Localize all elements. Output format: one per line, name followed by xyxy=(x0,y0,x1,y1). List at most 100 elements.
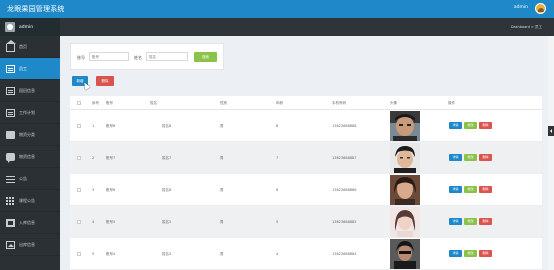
list-icon xyxy=(6,175,15,183)
sidebar-item-home[interactable]: 首页 xyxy=(0,36,60,58)
sidebar-username: admin xyxy=(19,24,34,30)
edit-button[interactable]: 修改 xyxy=(464,154,477,161)
sidebar-item-work-plan[interactable]: 工作计划 xyxy=(0,102,60,124)
select-all-checkbox[interactable] xyxy=(77,101,81,105)
cell-account: 账号5 xyxy=(106,220,116,224)
column-header-age[interactable]: 年龄 xyxy=(276,101,283,106)
avatar-photo[interactable] xyxy=(390,239,420,269)
view-button[interactable]: 详情 xyxy=(449,186,462,193)
name-search-input[interactable] xyxy=(146,52,188,61)
cell-age: 8 xyxy=(276,124,279,128)
delete-button[interactable]: 删除 xyxy=(479,250,492,257)
sidebar: admin 首页 员工 园田信息 工作计划 物资分类 物资信息 公告 课程公告 … xyxy=(0,18,60,270)
table-row[interactable]: 3 账号6 姓名6 男 6 13823888886 详情 修改 删除 xyxy=(70,174,542,206)
table-row[interactable]: 4 账号5 姓名5 男 5 13823888885 详情 修改 删除 xyxy=(70,206,542,238)
cell-account: 账号6 xyxy=(106,188,116,192)
view-button[interactable]: 详情 xyxy=(449,218,462,225)
cell-age: 4 xyxy=(276,252,279,256)
sidebar-item-label: 课程公告 xyxy=(19,197,35,203)
sidebar-item-label: 入库信息 xyxy=(19,219,35,225)
view-button[interactable]: 详情 xyxy=(449,250,462,257)
edit-button[interactable]: 修改 xyxy=(464,218,477,225)
edit-button[interactable]: 修改 xyxy=(464,186,477,193)
column-header-name[interactable]: 姓名 xyxy=(150,101,157,106)
row-checkbox[interactable] xyxy=(77,188,81,192)
sidebar-item-supply-category[interactable]: 物资分类 xyxy=(0,124,60,146)
sidebar-item-label: 工作计划 xyxy=(19,109,35,115)
cell-phone: 13823888885 xyxy=(332,220,357,224)
cell-gender: 男 xyxy=(220,156,224,160)
column-header-account[interactable]: 账号 xyxy=(106,101,113,106)
cell-gender: 男 xyxy=(220,124,224,128)
cell-name: 姓名4 xyxy=(162,252,172,256)
chat-icon xyxy=(6,152,15,163)
sidebar-item-stock-in[interactable]: 入库信息 xyxy=(0,212,60,234)
avatar-photo[interactable] xyxy=(390,143,420,173)
row-checkbox[interactable] xyxy=(77,252,81,256)
avatar-photo[interactable] xyxy=(390,175,420,205)
top-header: 龙眼果园管理系统 admin xyxy=(0,0,554,18)
sidebar-item-label: 物资分类 xyxy=(19,131,35,137)
cell-name: 姓名5 xyxy=(162,220,172,224)
batch-delete-button[interactable]: 删除 xyxy=(96,76,114,86)
search-button[interactable]: 搜索 xyxy=(194,52,217,62)
collapse-panel-icon[interactable] xyxy=(548,126,554,136)
document-icon xyxy=(6,64,15,73)
sidebar-item-label: 物资信息 xyxy=(19,153,35,159)
cell-name: 姓名8 xyxy=(162,124,172,128)
film-icon xyxy=(6,218,15,227)
delete-button[interactable]: 删除 xyxy=(479,154,492,161)
row-checkbox[interactable] xyxy=(77,124,81,128)
document-icon xyxy=(6,86,15,95)
view-button[interactable]: 详情 xyxy=(449,154,462,161)
sidebar-item-field-info[interactable]: 园田信息 xyxy=(0,80,60,102)
sidebar-item-stock-out[interactable]: 出库信息 xyxy=(0,234,60,256)
table-row[interactable]: 1 账号8 姓名8 男 8 13823888888 详情 修改 删除 xyxy=(70,110,542,142)
image-icon xyxy=(6,240,15,249)
header-username[interactable]: admin xyxy=(514,5,528,10)
column-header-index[interactable]: 序号 xyxy=(92,101,99,106)
table-row[interactable]: 2 账号7 姓名7 男 7 13823888887 详情 修改 删除 xyxy=(70,142,542,174)
row-checkbox[interactable] xyxy=(77,220,81,224)
delete-button[interactable]: 删除 xyxy=(479,218,492,225)
column-header-gender[interactable]: 性别 xyxy=(220,101,227,106)
cell-index: 5 xyxy=(92,252,95,256)
cell-age: 5 xyxy=(276,220,279,224)
cell-gender: 男 xyxy=(220,252,224,256)
delete-button[interactable]: 删除 xyxy=(479,186,492,193)
avatar-photo[interactable] xyxy=(390,207,420,237)
breadcrumb[interactable]: Dashboard > 员工 xyxy=(511,25,542,30)
sidebar-item-label: 园田信息 xyxy=(19,87,35,93)
avatar-photo[interactable] xyxy=(390,111,420,141)
sidebar-item-staff[interactable]: 员工 xyxy=(0,58,60,80)
sidebar-item-label: 员工 xyxy=(19,65,27,71)
grid-icon xyxy=(6,196,15,205)
view-button[interactable]: 详情 xyxy=(449,122,462,129)
scrollbar[interactable] xyxy=(548,36,554,270)
delete-button[interactable]: 删除 xyxy=(479,122,492,129)
account-label: 账号 xyxy=(77,55,85,60)
sidebar-user-panel: admin xyxy=(0,18,60,36)
account-search-input[interactable] xyxy=(89,52,129,61)
cell-age: 6 xyxy=(276,188,279,192)
column-header-phone[interactable]: 手机号码 xyxy=(332,101,346,106)
cell-account: 账号8 xyxy=(106,124,116,128)
home-icon xyxy=(6,39,16,52)
cell-phone: 13823888888 xyxy=(332,124,357,128)
name-label: 姓名 xyxy=(134,55,142,60)
document-icon xyxy=(6,108,15,117)
sidebar-item-label: 出库信息 xyxy=(19,241,35,247)
mouse-cursor xyxy=(81,80,91,91)
user-avatar[interactable] xyxy=(535,3,546,14)
sidebar-item-notice[interactable]: 公告 xyxy=(0,168,60,190)
column-header-actions: 操作 xyxy=(448,101,455,105)
table-row[interactable]: 5 账号4 姓名4 男 4 13823888884 详情 修改 删除 xyxy=(70,238,542,270)
sidebar-item-course-notice[interactable]: 课程公告 xyxy=(0,190,60,212)
edit-button[interactable]: 修改 xyxy=(464,250,477,257)
cell-phone: 13823888886 xyxy=(332,188,357,192)
edit-button[interactable]: 修改 xyxy=(464,122,477,129)
sidebar-item-supply-info[interactable]: 物资信息 xyxy=(0,146,60,168)
column-header-avatar[interactable]: 头像 xyxy=(390,101,397,106)
row-checkbox[interactable] xyxy=(77,156,81,160)
cell-account: 账号4 xyxy=(106,252,116,256)
